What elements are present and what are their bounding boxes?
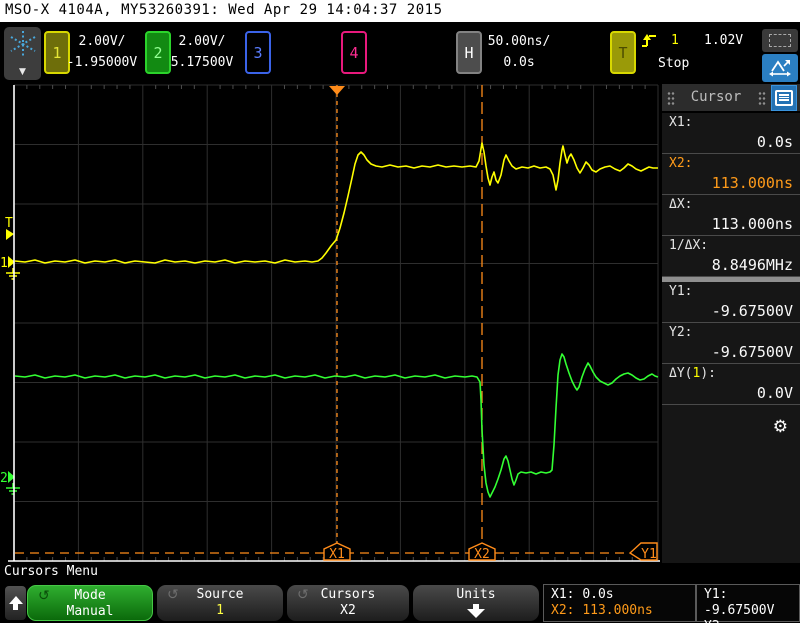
x-cursor-readout-box: X1: 0.0s X2: 113.000ns <box>543 584 696 622</box>
y-cursor-readout-box: Y1: -9.67500V Y2: -9.67500V <box>696 584 800 623</box>
trigger-slope-rising-icon <box>642 34 656 47</box>
cursor-readouts: X1: 0.0s X2: 113.000ns ΔX: 113.000ns 1/ΔX: 8.84… <box>662 113 800 405</box>
cycle-arrow-icon: ↺ <box>297 587 309 603</box>
trigger-source: 1 <box>671 33 679 48</box>
ch2-offset: 5.17500V <box>170 55 234 70</box>
cycle-arrow-icon: ↺ <box>38 588 50 604</box>
cursor-row-dx: ΔX: 113.000ns <box>662 195 800 236</box>
y1-value: -9.67500V <box>704 603 775 618</box>
cursor-row-invdx: 1/ΔX: 8.8496MHz <box>662 236 800 277</box>
chevron-down-icon: ▼ <box>19 67 26 77</box>
cursor-y1-flag-label: Y1 <box>641 547 657 562</box>
cycle-arrow-icon: ↺ <box>167 587 179 603</box>
softkey-cursors[interactable]: ↺ Cursors X2 <box>287 585 409 621</box>
cursor-panel-title: Cursor <box>690 89 742 105</box>
trigger-position-marker[interactable] <box>329 86 345 95</box>
cursor-row-y1: Y1: -9.67500V <box>662 282 800 323</box>
cursor-panel: Cursor X1: 0.0s X2: 113.000ns ΔX: 113.000ns 1/… <box>662 84 800 563</box>
trigger-level-marker-label: T <box>5 216 13 231</box>
channel-1-marker-label: 1 <box>0 256 8 271</box>
trigger-button[interactable]: T <box>610 31 636 74</box>
cursor-row-x1: X1: 0.0s <box>662 113 800 154</box>
cursor-panel-header: Cursor <box>662 84 800 113</box>
cursors-waveform-icon <box>769 59 791 76</box>
y1-label: Y1: <box>704 587 728 602</box>
dashed-rectangle-icon <box>769 34 791 47</box>
channel-3-button[interactable]: 3 <box>245 31 271 74</box>
spark-icon <box>9 31 36 57</box>
titlebar: MSO-X 4104A, MY53260391: Wed Apr 29 14:0… <box>0 0 800 22</box>
menu-up-button[interactable] <box>5 586 26 620</box>
timebase-scale: 50.00ns/ <box>487 34 551 49</box>
channel-1-settings[interactable]: 2.00V/ -1.95000V <box>66 32 138 74</box>
settings-gear-icon[interactable]: ⚙ <box>773 417 788 437</box>
x1-value: 0.0s <box>582 587 614 602</box>
down-arrow-icon <box>413 604 539 618</box>
softkey-mode-value: Manual <box>66 604 114 619</box>
cursor-row-y2: Y2: -9.67500V <box>662 323 800 364</box>
zoom-region-button[interactable] <box>762 29 798 52</box>
cursor-row-x2: X2: 113.000ns <box>662 154 800 195</box>
softkey-cursors-value: X2 <box>340 603 356 618</box>
trigger-level: 1.02V <box>704 33 744 48</box>
keysight-spark-button[interactable]: ▼ <box>4 27 41 80</box>
softkey-source-value: 1 <box>216 603 224 618</box>
channel-4-button[interactable]: 4 <box>341 31 367 74</box>
panel-menu-button[interactable] <box>771 85 797 111</box>
horizontal-button[interactable]: H <box>456 31 482 74</box>
ground-icon <box>6 483 20 495</box>
channel-2-settings[interactable]: 2.00V/ 5.17500V <box>166 32 238 74</box>
ground-icon <box>6 268 20 280</box>
ch1-scale: 2.00V/ <box>78 34 126 49</box>
softkey-units-title: Units <box>456 587 496 602</box>
waveform-display: T 1 2 X1 X2 Y1 <box>0 84 660 562</box>
y2-label: Y2: <box>704 619 727 623</box>
menu-title: Cursors Menu <box>4 564 98 579</box>
x1-label: X1: <box>551 587 575 602</box>
cursor-x1-flag-label: X1 <box>329 547 345 562</box>
timebase-delay: 0.0s <box>503 55 535 70</box>
ch2-scale: 2.00V/ <box>178 34 226 49</box>
list-menu-icon <box>775 90 793 106</box>
cursors-tool-button[interactable] <box>762 54 798 82</box>
softkey-units[interactable]: Units <box>413 585 539 621</box>
up-arrow-icon <box>8 596 23 604</box>
oscilloscope-screen: MSO-X 4104A, MY53260391: Wed Apr 29 14:0… <box>0 0 800 623</box>
acquisition-status: Stop <box>658 56 690 71</box>
cursor-row-dy: ΔY(1): 0.0V <box>662 364 800 405</box>
softkey-mode[interactable]: ↺ Mode Manual <box>27 585 153 621</box>
ch1-offset: -1.95000V <box>66 55 138 70</box>
x2-label: X2: <box>551 603 575 618</box>
softkey-source[interactable]: ↺ Source 1 <box>157 585 283 621</box>
x2-value: 113.000ns <box>582 603 653 618</box>
drag-grip-icon[interactable] <box>758 91 766 105</box>
horizontal-settings[interactable]: 50.00ns/ 0.0s <box>480 32 558 74</box>
cursor-x2-flag-label: X2 <box>474 547 490 562</box>
channel-2-marker-label: 2 <box>0 471 8 486</box>
